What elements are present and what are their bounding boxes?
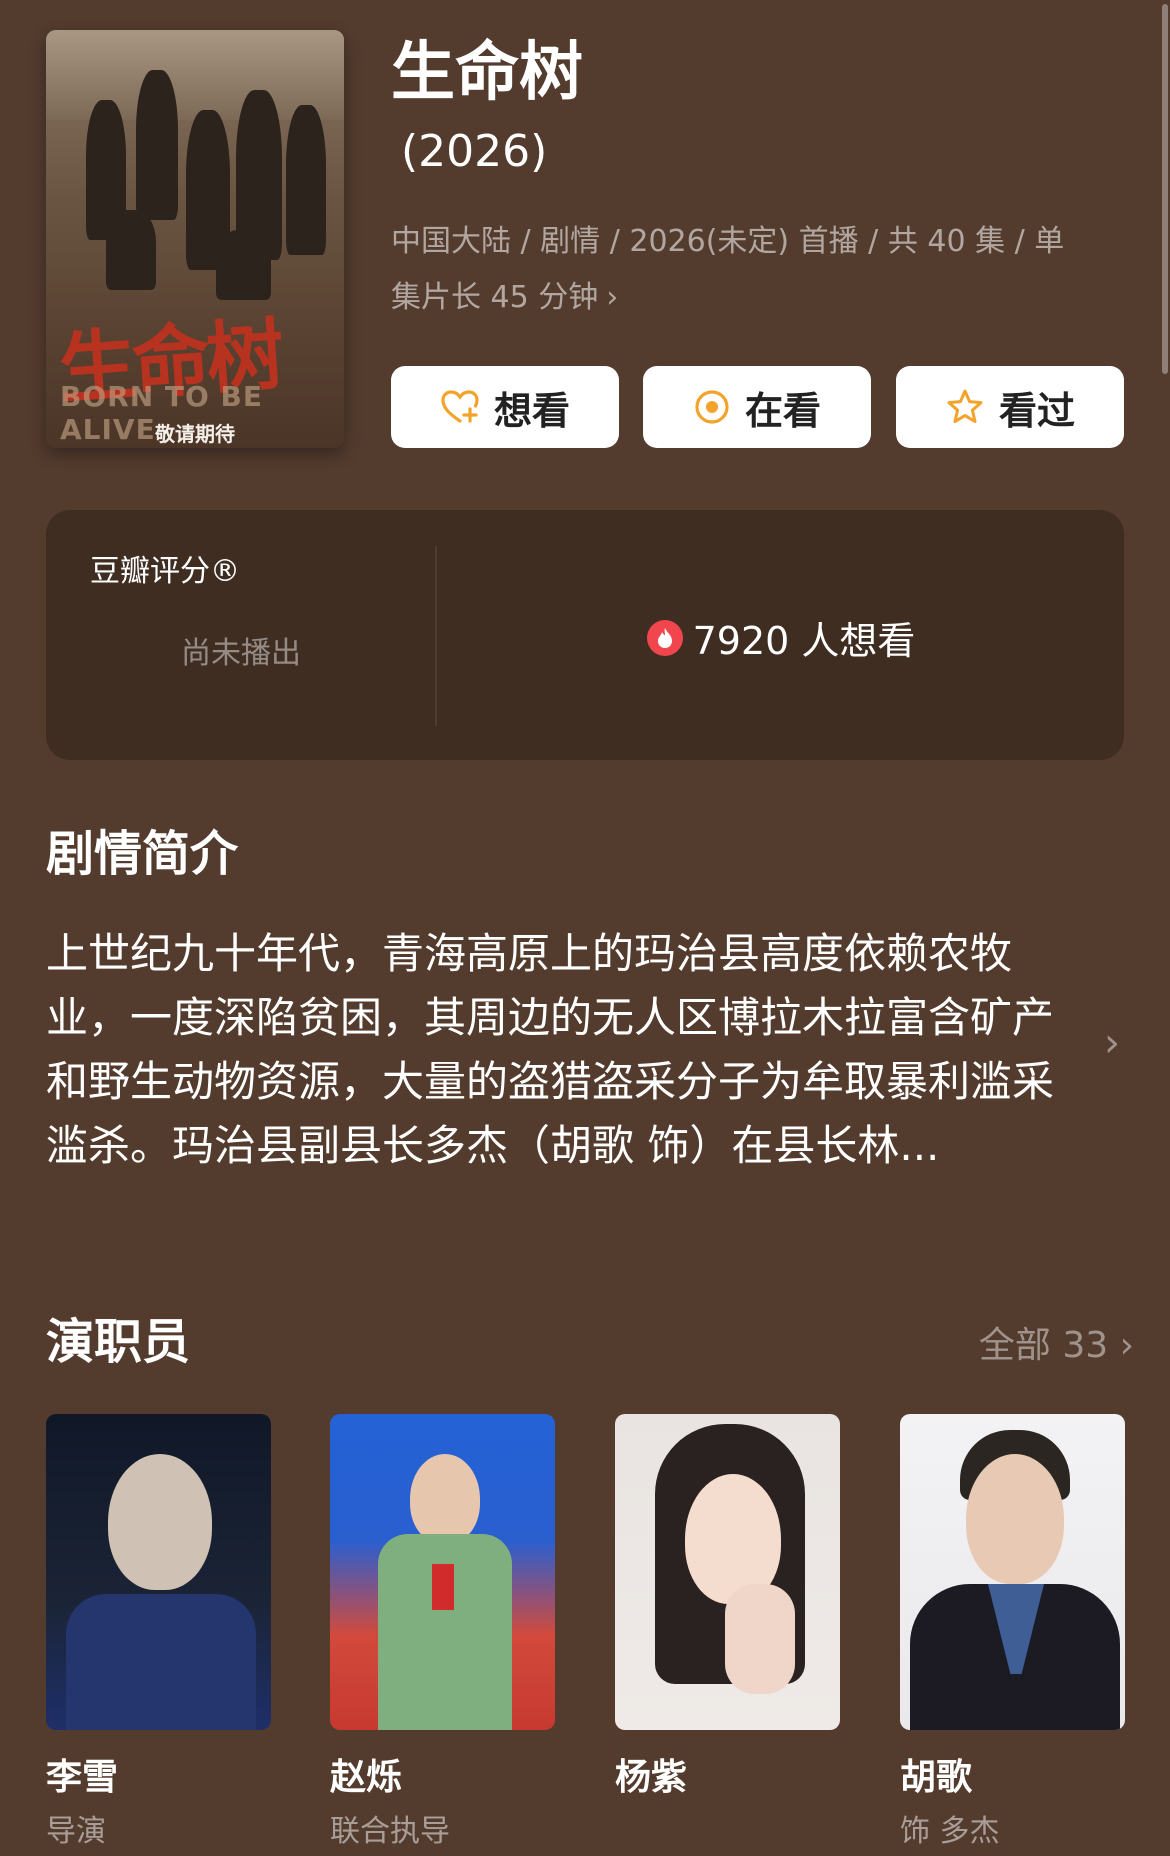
chevron-right-icon: › — [606, 280, 619, 315]
show-title: 生命树 — [391, 36, 583, 110]
synopsis-text[interactable]: 上世纪九十年代，青海高原上的玛治县高度依赖农牧业，一度深陷贫困，其周边的无人区博… — [46, 922, 1086, 1178]
hand-shape — [725, 1584, 795, 1694]
cast-name: 杨紫 — [615, 1757, 688, 1798]
cast-photo — [330, 1414, 555, 1730]
cast-name: 李雪 — [46, 1757, 119, 1798]
want-count-text: 7920 人想看 — [692, 619, 916, 663]
show-year: (2026) — [401, 126, 548, 177]
cast-role: 饰 多杰 — [900, 1814, 1000, 1849]
watching-button[interactable]: 在看 — [643, 366, 871, 448]
rating-status: 尚未播出 — [181, 636, 301, 671]
poster-figure — [286, 105, 326, 255]
watching-label: 在看 — [744, 388, 821, 433]
cast-member-card[interactable]: 李雪 导演 — [46, 1414, 271, 1849]
want-to-watch-label: 想看 — [493, 388, 570, 433]
cast-title: 演职员 — [46, 1314, 191, 1370]
cast-member-card[interactable]: 赵烁 联合执导 — [330, 1414, 555, 1849]
show-poster[interactable]: 生命树 BORN TO BE ALIVE 敬请期待 — [46, 30, 344, 448]
poster-figure — [106, 210, 156, 290]
want-count: 7920 人想看 — [438, 610, 1124, 665]
cast-role: 联合执导 — [330, 1814, 450, 1849]
cast-all-label: 全部 33 — [978, 1325, 1109, 1366]
poster-figure — [216, 230, 271, 300]
cast-photo — [900, 1414, 1125, 1730]
book-shape — [432, 1564, 454, 1610]
rating-divider — [435, 546, 437, 726]
cast-photo — [46, 1414, 271, 1730]
synopsis-title: 剧情简介 — [46, 826, 239, 882]
cast-name: 胡歌 — [900, 1757, 973, 1798]
meta-line-2: 集片长 45 分钟 — [391, 280, 599, 315]
target-circle-icon — [693, 388, 731, 426]
cast-member-card[interactable]: 胡歌 饰 多杰 — [900, 1414, 1125, 1849]
cast-role: 导演 — [46, 1814, 106, 1849]
rating-card[interactable]: 豆瓣评分® 尚未播出 7920 人想看 — [46, 510, 1124, 760]
chevron-right-icon: › — [1119, 1325, 1134, 1366]
watched-label: 看过 — [998, 388, 1075, 433]
watched-button[interactable]: 看过 — [896, 366, 1124, 448]
show-meta[interactable]: 中国大陆 / 剧情 / 2026(未定) 首播 / 共 40 集 / 单 集片长… — [391, 214, 1111, 326]
face-shape — [108, 1454, 212, 1590]
face-shape — [966, 1454, 1064, 1584]
heart-plus-icon — [440, 389, 480, 425]
want-to-watch-button[interactable]: 想看 — [391, 366, 619, 448]
poster-figure — [136, 70, 178, 220]
flame-icon — [646, 619, 683, 656]
meta-line-1: 中国大陆 / 剧情 / 2026(未定) 首播 / 共 40 集 / 单 — [391, 224, 1065, 259]
scrollbar[interactable] — [1162, 4, 1168, 374]
cast-photo — [615, 1414, 840, 1730]
cast-member-card[interactable]: 杨紫 — [615, 1414, 840, 1798]
cast-name: 赵烁 — [330, 1757, 403, 1798]
face-shape — [410, 1454, 480, 1544]
chevron-right-icon[interactable]: › — [1104, 1020, 1120, 1066]
body-shape — [66, 1594, 256, 1730]
douban-rating-label: 豆瓣评分® — [90, 554, 240, 589]
star-icon — [945, 388, 985, 426]
cast-all-link[interactable]: 全部 33 › — [979, 1316, 1134, 1368]
poster-note: 敬请期待 — [155, 422, 235, 446]
